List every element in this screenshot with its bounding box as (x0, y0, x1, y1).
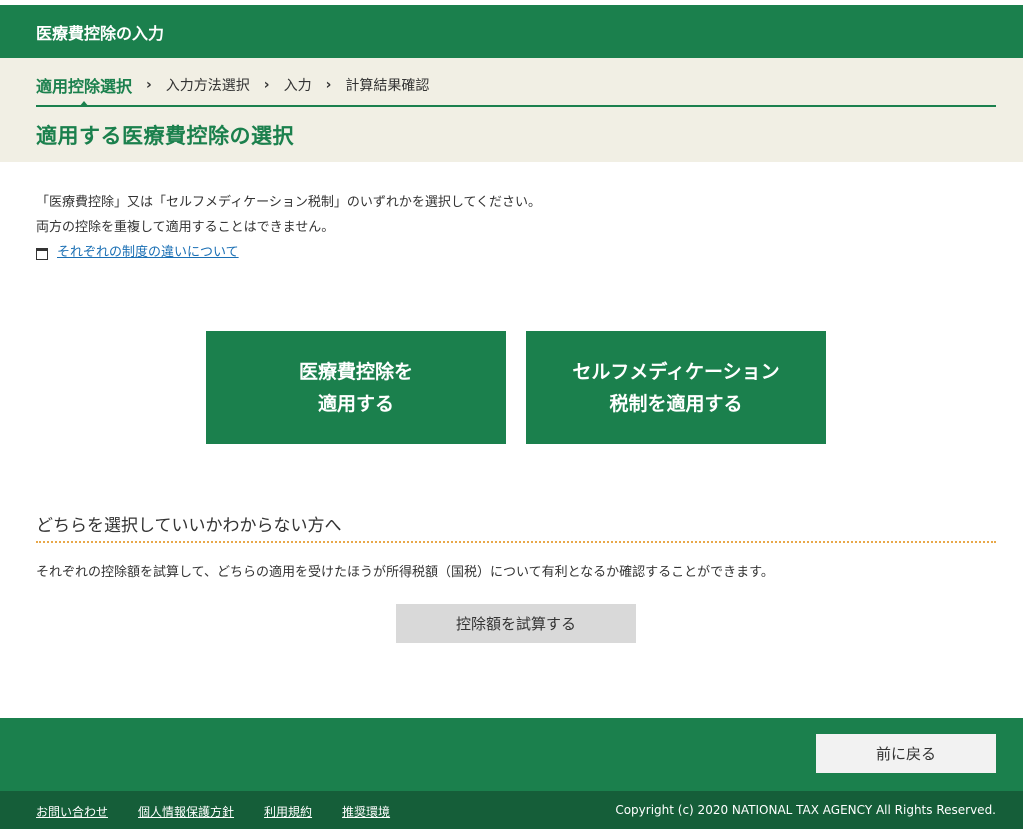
step-header-area: 適用控除選択 › 入力方法選択 › 入力 › 計算結果確認 適用する医療費控除の… (0, 58, 1023, 162)
step-divider (36, 105, 996, 107)
help-heading: どちらを選択していいかわからない方へ (36, 516, 342, 536)
intro-line-1: 「医療費控除」又は「セルフメディケーション税制」のいずれかを選択してください。 (36, 195, 542, 210)
system-difference-link[interactable]: それぞれの制度の違いについて (57, 240, 239, 265)
intro-line-2: 両方の控除を重複して適用することはできません。 (36, 220, 335, 235)
help-text: それぞれの控除額を試算して、どちらの適用を受けたほうが所得税額（国税）について有… (36, 565, 774, 580)
apply-medical-deduction-button[interactable]: 医療費控除を 適用する (206, 331, 506, 444)
page-title: 適用する医療費控除の選択 (36, 124, 294, 148)
step-indicator: 適用控除選択 › 入力方法選択 › 入力 › 計算結果確認 (36, 73, 430, 107)
step-input: 入力 (283, 78, 312, 94)
copyright: Copyright (c) 2020 NATIONAL TAX AGENCY A… (615, 803, 996, 817)
simulate-deduction-button[interactable]: 控除額を試算する (396, 604, 636, 643)
step-current: 適用控除選択 (36, 73, 133, 107)
chevron-right-icon: › (263, 77, 270, 93)
new-window-icon (36, 247, 48, 260)
back-button[interactable]: 前に戻る (816, 734, 996, 773)
info-link-row: それぞれの制度の違いについて (36, 240, 541, 265)
footer-links: お問い合わせ 個人情報保護方針 利用規約 推奨環境 (36, 803, 420, 820)
step-input-method: 入力方法選択 (165, 78, 250, 94)
intro-text: 「医療費控除」又は「セルフメディケーション税制」のいずれかを選択してください。 … (36, 190, 541, 265)
footer-link-terms[interactable]: 利用規約 (264, 803, 312, 820)
app-title: 医療費控除の入力 (36, 24, 165, 43)
footer-link-environment[interactable]: 推奨環境 (342, 803, 390, 820)
button-label-line-1: 医療費控除を (298, 360, 413, 383)
button-label-line-1: セルフメディケーション (572, 360, 780, 383)
button-label-line-2: 適用する (317, 392, 394, 415)
footer-link-privacy[interactable]: 個人情報保護方針 (138, 803, 234, 820)
footer-nav-area: 前に戻る (0, 718, 1023, 791)
app-header: 医療費控除の入力 (0, 5, 1023, 58)
footer-link-contact[interactable]: お問い合わせ (36, 803, 108, 820)
button-label-line-2: 税制を適用する (609, 392, 743, 415)
apply-self-medication-button[interactable]: セルフメディケーション 税制を適用する (526, 331, 826, 444)
site-footer: お問い合わせ 個人情報保護方針 利用規約 推奨環境 Copyright (c) … (0, 791, 1023, 829)
step-result: 計算結果確認 (345, 78, 430, 94)
chevron-right-icon: › (146, 77, 152, 93)
chevron-right-icon: › (325, 77, 332, 93)
step-label: 適用控除選択 (36, 77, 133, 96)
dotted-divider (36, 541, 996, 543)
